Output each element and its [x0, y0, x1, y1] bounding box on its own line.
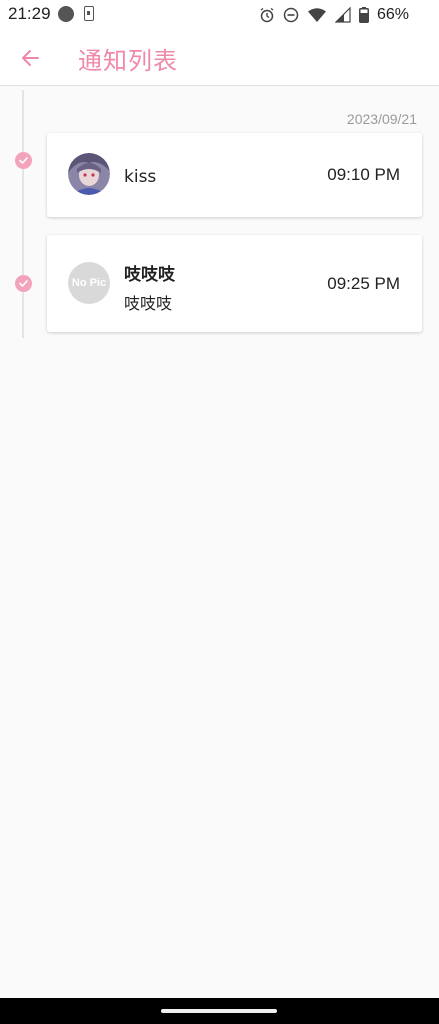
avatar	[68, 153, 110, 195]
notification-dot-icon	[58, 6, 74, 22]
back-button[interactable]	[14, 42, 46, 74]
card-time: 09:10 PM	[327, 165, 400, 184]
app-bar: 通知列表	[0, 30, 439, 86]
sim-card-icon	[84, 6, 94, 21]
card-name: kiss	[124, 167, 157, 187]
card-message: 吱吱吱	[124, 294, 173, 313]
timeline-line	[22, 90, 24, 338]
check-circle-icon	[15, 152, 32, 169]
arrow-left-icon	[22, 50, 39, 66]
system-nav-bar	[0, 998, 439, 1024]
alarm-icon	[260, 7, 274, 23]
do-not-disturb-icon	[283, 7, 299, 23]
page-title: 通知列表	[78, 47, 178, 75]
battery-icon	[358, 7, 369, 23]
battery-percent: 66%	[376, 6, 409, 23]
cell-signal-icon	[334, 7, 351, 23]
card-name: 吱吱吱	[124, 265, 175, 285]
wifi-icon	[307, 8, 326, 22]
status-icons: 66%	[259, 5, 409, 25]
screen: 21:29 66% 通知列表 2023/09/21 kiss 09:10 PM …	[0, 0, 439, 1024]
avatar-placeholder: No Pic	[68, 262, 110, 304]
timeline-date: 2023/09/21	[346, 111, 417, 127]
status-bar: 21:29 66%	[0, 0, 439, 30]
notification-card[interactable]: No Pic 吱吱吱 吱吱吱 09:25 PM	[47, 235, 422, 332]
notification-card[interactable]: kiss 09:10 PM	[47, 133, 422, 217]
status-time: 21:29	[8, 4, 51, 23]
card-time: 09:25 PM	[327, 274, 400, 293]
check-circle-icon	[15, 275, 32, 292]
home-indicator[interactable]	[161, 1009, 277, 1013]
